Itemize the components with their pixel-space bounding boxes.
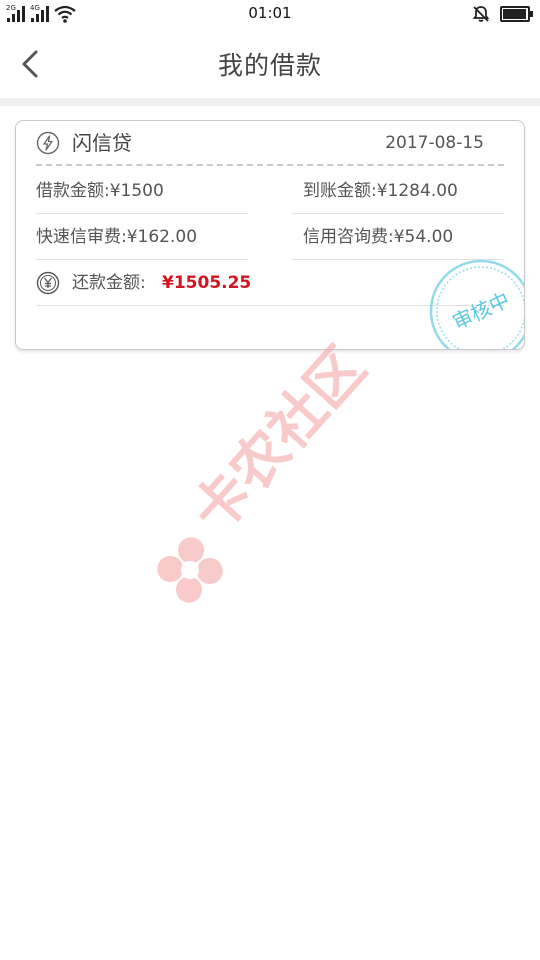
loan-amount-value: ¥1500	[109, 181, 164, 201]
product-name: 闪信贷	[72, 131, 132, 155]
page-title: 我的借款	[217, 51, 322, 80]
loan-date: 2017-08-15	[385, 133, 484, 153]
credit-consult-fee-value: ¥54.00	[393, 227, 454, 247]
loan-amount-label: 借款金额:	[36, 181, 110, 201]
header-divider	[0, 98, 540, 106]
credit-consult-fee-label: 信用咨询费:	[303, 227, 394, 247]
repay-amount-value: ¥1505.25	[162, 273, 252, 293]
credit-consult-fee-field: 信用咨询费:¥54.00	[303, 225, 453, 249]
row-divider	[292, 213, 504, 214]
watermark-logo-icon	[157, 537, 223, 603]
lightning-icon	[36, 131, 60, 155]
repay-amount-label: 还款金额:	[72, 273, 146, 293]
status-time: 01:01	[248, 4, 292, 22]
quick-review-fee-value: ¥162.00	[126, 227, 198, 247]
stamp-text: 审核中	[449, 287, 514, 334]
status-right-group	[472, 5, 533, 23]
received-amount-field: 到账金额:¥1284.00	[303, 179, 458, 203]
under-review-stamp: 审核中	[429, 259, 524, 349]
watermark-text: 卡农社区	[180, 340, 378, 545]
loan-card[interactable]: 闪信贷 2017-08-15 借款金额:¥1500 到账金额:¥1284.00 …	[15, 120, 525, 350]
row-divider	[36, 213, 248, 214]
watermark: 卡农社区	[157, 340, 378, 603]
received-amount-value: ¥1284.00	[376, 181, 458, 201]
row-divider	[36, 259, 248, 260]
loan-amount-field: 借款金额:¥1500	[36, 179, 164, 203]
battery-icon	[500, 6, 533, 22]
quick-review-fee-label: 快速信审费:	[36, 227, 127, 247]
yen-coin-icon	[36, 271, 60, 295]
loan-card-header: 闪信贷 2017-08-15	[36, 129, 504, 159]
quick-review-fee-field: 快速信审费:¥162.00	[36, 225, 197, 249]
status-bar: 2G 4G 01:01	[0, 0, 540, 28]
dashed-divider	[36, 164, 504, 166]
received-amount-label: 到账金额:	[303, 181, 377, 201]
alarm-off-icon	[472, 6, 490, 22]
app-header: 我的借款	[0, 28, 540, 98]
